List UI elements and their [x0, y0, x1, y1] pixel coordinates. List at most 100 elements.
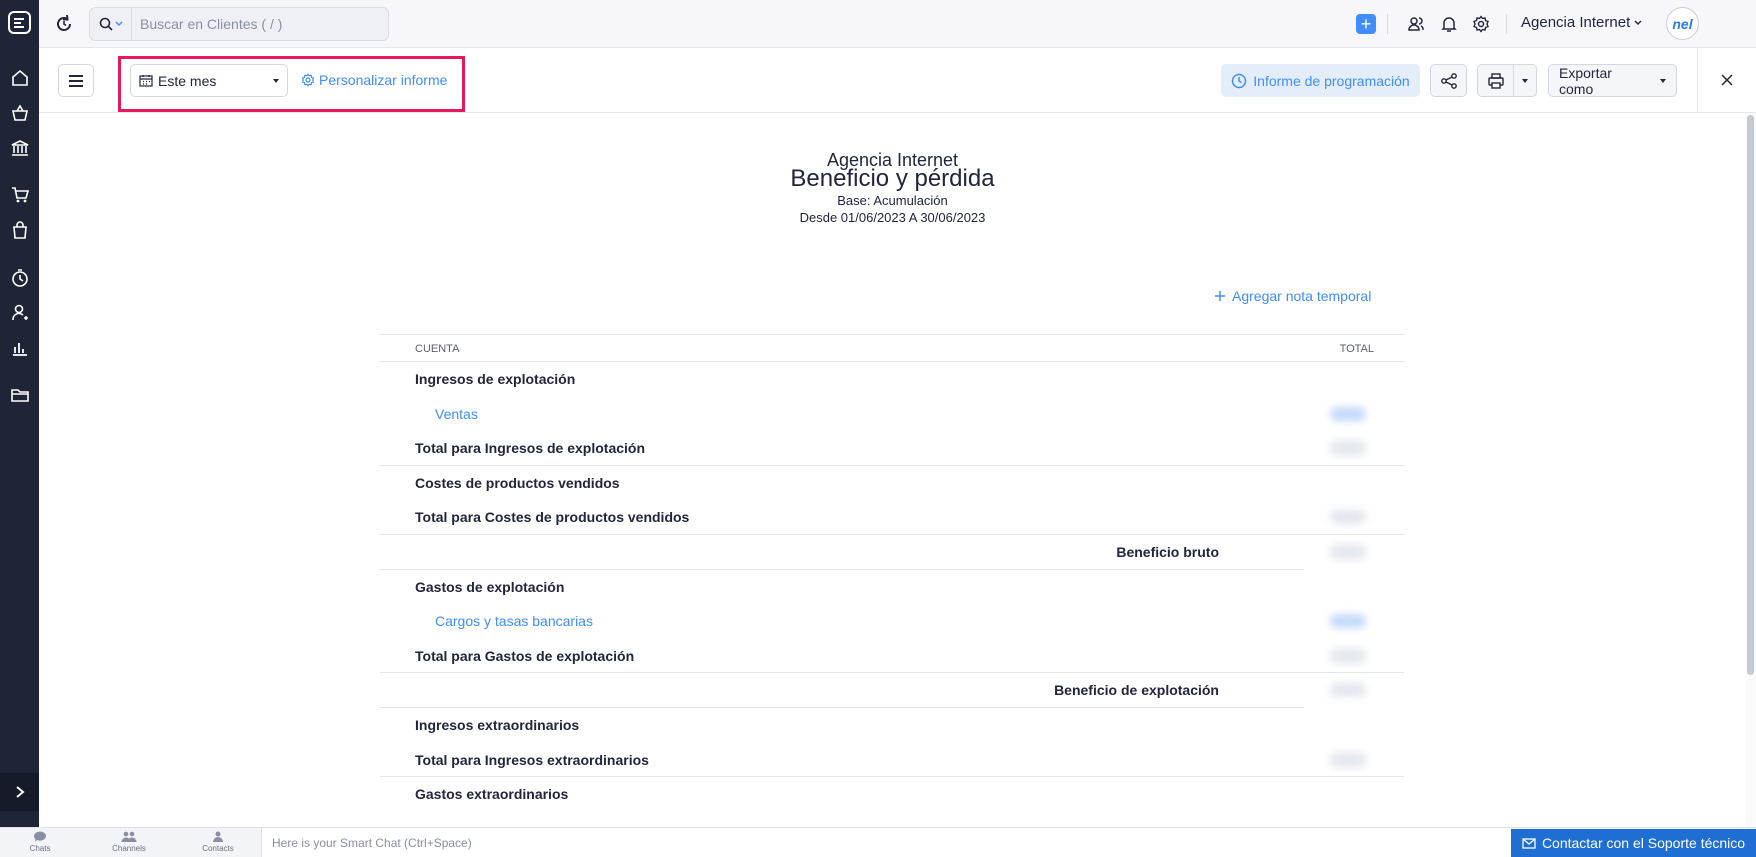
home-icon[interactable] — [10, 68, 30, 88]
recent-activity-icon[interactable] — [53, 13, 75, 35]
row-label: Total para Ingresos extraordinarios — [415, 751, 649, 768]
report-row-total: Total para Costes de productos vendidos — [380, 500, 1404, 535]
refer-users-icon[interactable] — [1405, 13, 1427, 35]
report-row-group: Ingresos extraordinarios — [380, 708, 1404, 743]
close-icon[interactable] — [1719, 72, 1735, 88]
blurred-amount — [1330, 683, 1366, 698]
quick-create-button[interactable]: + — [1356, 14, 1376, 34]
period-select[interactable]: Este mes — [130, 64, 288, 97]
app-logo-icon[interactable] — [7, 10, 32, 35]
scrollbar-thumb[interactable] — [1747, 115, 1754, 675]
org-name: Agencia Internet — [1521, 14, 1631, 31]
chevron-right-icon — [15, 786, 25, 798]
blurred-amount — [1330, 510, 1366, 525]
report-row-total: Total para Ingresos extraordinarios — [380, 743, 1404, 778]
chats-label: Chats — [29, 844, 51, 853]
report-row-acct[interactable]: Ventas — [380, 397, 1404, 432]
print-button[interactable] — [1477, 64, 1514, 97]
row-label: Total para Costes de productos vendidos — [415, 509, 690, 526]
report-row-total: Total para Gastos de explotación — [380, 639, 1404, 674]
contact-person-icon — [213, 831, 223, 842]
report-scrollbar[interactable] — [1745, 113, 1756, 827]
report-basis: Base: Acumulación — [837, 193, 948, 208]
search-scope-dropdown[interactable] — [90, 8, 132, 40]
row-label: Costes de productos vendidos — [415, 474, 620, 491]
global-search — [89, 7, 389, 41]
add-note-label: Agregar nota temporal — [1232, 288, 1372, 304]
notifications-bell-icon[interactable] — [1438, 13, 1460, 35]
customize-report-label: Personalizar informe — [319, 72, 448, 88]
chats-tab[interactable]: Chats — [10, 831, 70, 853]
chevron-down-icon — [1634, 20, 1642, 25]
column-header-total: TOTAL — [1339, 343, 1374, 355]
user-avatar[interactable]: nel — [1666, 7, 1699, 40]
blurred-amount[interactable] — [1330, 406, 1366, 421]
export-dropdown[interactable]: Exportar como — [1548, 64, 1677, 97]
reports-icon[interactable] — [10, 338, 30, 358]
schedule-report-button[interactable]: Informe de programación — [1221, 64, 1420, 97]
divider — [1697, 48, 1698, 112]
channels-label: Channels — [112, 844, 146, 853]
export-label: Exportar como — [1559, 64, 1612, 97]
report-toolbar: Este mes Personalizar informe Informe de… — [39, 48, 1756, 113]
clock-icon — [1232, 73, 1247, 88]
report-row-group: Ingresos de explotación — [380, 362, 1404, 397]
report-row-group: Costes de productos vendidos — [380, 466, 1404, 501]
report-table: CUENTA TOTAL Ingresos de explotación Vent… — [380, 334, 1404, 812]
contact-support-button[interactable]: Contactar con el Soporte técnico — [1511, 829, 1756, 857]
report-body: Agencia Internet Beneficio y pérdida Bas… — [39, 113, 1746, 827]
plus-icon — [1215, 291, 1225, 301]
schedule-report-label: Informe de programación — [1253, 72, 1410, 89]
row-label: Beneficio bruto — [1116, 543, 1219, 560]
contacts-label: Contacts — [202, 844, 234, 853]
support-label: Contactar con el Soporte técnico — [1541, 835, 1746, 851]
calendar-icon — [139, 75, 153, 87]
smart-chat-input[interactable]: Here is your Smart Chat (Ctrl+Space) — [261, 828, 1511, 857]
banking-icon[interactable] — [10, 138, 30, 158]
row-label: Total para Gastos de explotación — [415, 647, 635, 664]
purchases-bag-icon[interactable] — [10, 220, 30, 240]
expand-sidebar-button[interactable] — [0, 773, 39, 811]
left-rail — [0, 0, 39, 857]
divider — [1387, 14, 1388, 34]
share-button[interactable] — [1430, 64, 1467, 97]
divider — [1506, 14, 1507, 34]
documents-folder-icon[interactable] — [10, 385, 30, 405]
account-link[interactable]: Cargos y tasas bancarias — [435, 613, 593, 629]
organization-switcher[interactable]: Agencia Internet — [1521, 14, 1642, 31]
accountant-icon[interactable] — [10, 303, 30, 323]
row-label: Gastos de explotación — [415, 578, 565, 595]
report-date-range: Desde 01/06/2023 A 30/06/2023 — [799, 210, 986, 225]
account-link[interactable]: Ventas — [435, 406, 478, 422]
blurred-amount — [1330, 544, 1366, 559]
chat-bubble-icon — [33, 831, 46, 842]
settings-gear-icon[interactable] — [1470, 13, 1492, 35]
add-temporary-note-link[interactable]: Agregar nota temporal — [1214, 288, 1371, 304]
report-menu-button[interactable] — [58, 64, 94, 97]
row-label: Beneficio de explotación — [1054, 682, 1219, 699]
contacts-tab[interactable]: Contacts — [188, 831, 248, 853]
search-input[interactable] — [132, 16, 372, 32]
blurred-amount — [1330, 752, 1366, 767]
settings-gear-icon — [301, 73, 315, 87]
blurred-amount — [1330, 648, 1366, 663]
channels-tab[interactable]: Channels — [99, 831, 159, 853]
period-value: Este mes — [158, 72, 217, 89]
printer-icon — [1487, 72, 1504, 89]
row-label: Ingresos de explotación — [415, 371, 576, 387]
row-label: Gastos extraordinarios — [415, 786, 569, 803]
report-row-summary: Beneficio de explotación — [380, 673, 1404, 708]
customize-report-link[interactable]: Personalizar informe — [301, 72, 447, 88]
sales-cart-icon[interactable] — [10, 185, 30, 205]
blurred-amount[interactable] — [1330, 614, 1366, 629]
print-options-dropdown[interactable] — [1513, 64, 1537, 97]
channels-icon — [121, 831, 137, 842]
time-tracking-icon[interactable] — [10, 268, 30, 288]
mail-icon — [1522, 837, 1536, 849]
report-row-total: Total para Ingresos de explotación — [380, 431, 1404, 466]
items-icon[interactable] — [10, 103, 30, 123]
row-label: Ingresos extraordinarios — [415, 716, 580, 733]
report-row-acct[interactable]: Cargos y tasas bancarias — [380, 604, 1404, 639]
column-header-account: CUENTA — [415, 343, 460, 355]
bottom-bar: Chats Channels Contacts Here is your Sma… — [0, 827, 1756, 857]
